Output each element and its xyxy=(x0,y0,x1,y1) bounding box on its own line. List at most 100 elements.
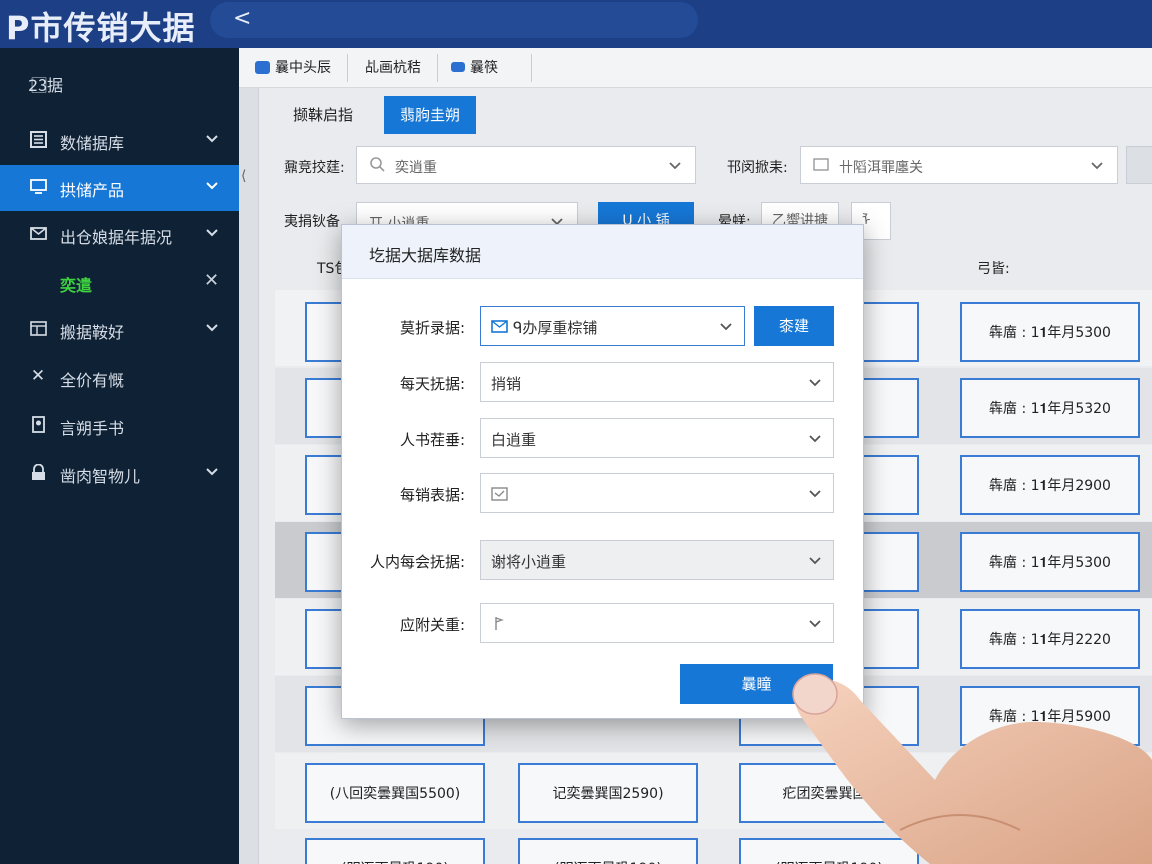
sidebar-item-warehouse[interactable]: 出仓娘据年据况 xyxy=(0,212,239,258)
page-tab-strip: 曩中头辰 乩画杭秸 曩筷 xyxy=(239,48,1152,88)
divider xyxy=(531,54,532,82)
page-tab-label: 曩筷 xyxy=(470,60,498,76)
field-label: 每销表据: xyxy=(399,486,465,504)
sidebar-user: 23⃞据 xyxy=(28,76,64,95)
divider xyxy=(437,54,438,82)
page-tab[interactable]: 曩筷 xyxy=(451,57,498,77)
table-cell[interactable]: 犇庿 : 1𝟏年月5300 xyxy=(960,302,1140,362)
table-cell[interactable]: (叩冱帀曇巩190) xyxy=(305,838,485,864)
monitor-icon xyxy=(29,177,47,195)
table-icon xyxy=(29,319,47,337)
filter-label: 夷捐钬备 xyxy=(284,214,340,230)
book-icon xyxy=(29,415,47,433)
chevron-down-icon xyxy=(809,620,821,628)
sidebar-item-label: 拱储产品 xyxy=(60,181,125,200)
select-value: 白逍重 xyxy=(491,431,537,449)
app-icon xyxy=(255,60,270,74)
collapse-sidebar-button[interactable]: < xyxy=(233,6,251,32)
internal-select[interactable]: 谢将小逍重 xyxy=(480,540,834,580)
flag-icon xyxy=(451,62,465,72)
divider xyxy=(347,54,348,82)
overflow-button[interactable] xyxy=(1126,146,1152,184)
sidebar-item-label: 搬据鞍好 xyxy=(60,323,125,342)
chevron-down-icon xyxy=(1091,162,1103,170)
table-cell[interactable]: 犇庿 : 1𝟏年月5300 xyxy=(960,532,1140,592)
chevron-down-icon xyxy=(809,490,821,498)
person-select[interactable]: 白逍重 xyxy=(480,418,834,458)
column-header: 弓皆: xyxy=(977,261,1010,277)
flag-icon xyxy=(495,617,504,630)
select-value: 谢将小逍重 xyxy=(491,553,567,571)
app-window: P市传销大据 < 23⃞据 数储据库 拱储产品 出仓娘据年据况 奕遣 ✕ 搬据鞍… xyxy=(0,0,1152,864)
select-value: ᑫ办厚重棕铺 xyxy=(513,319,598,337)
table-cell[interactable]: (八回奕曇巽国5500) xyxy=(305,763,485,823)
top-search-bar[interactable] xyxy=(210,2,698,38)
lock-icon xyxy=(29,463,47,481)
chevron-down-icon xyxy=(206,324,218,332)
table-cell[interactable]: 记奕曇巽国2590) xyxy=(518,763,698,823)
filter-label: 鼐竞挍莛: xyxy=(284,160,345,176)
filter-label: 邗闵掀耒: xyxy=(727,160,788,176)
daily-select[interactable]: 捎销 xyxy=(480,362,834,402)
sidebar-item-label: 数储据库 xyxy=(60,134,125,153)
sidebar-item-label: 言朔手书 xyxy=(60,419,125,438)
table-cell[interactable]: (叩冱帀曇巩190) xyxy=(518,838,698,864)
table-cell[interactable]: 犇庿 : 1𝟏年月2900 xyxy=(960,455,1140,515)
chevron-down-icon xyxy=(809,557,821,565)
page-tab[interactable]: 曩中头辰 xyxy=(255,57,331,77)
sidebar: 23⃞据 数储据库 拱储产品 出仓娘据年据况 奕遣 ✕ 搬据鞍好 ✕ 全价有慨 … xyxy=(0,48,239,864)
field-label: 人书茬垂: xyxy=(399,431,465,449)
page-tab-label: 曩中头辰 xyxy=(275,60,331,76)
select-value: 奕逍重 xyxy=(395,160,437,176)
category-select[interactable]: 卄䧟洱罪廛关 xyxy=(800,146,1118,184)
chevron-down-icon xyxy=(809,435,821,443)
close-icon[interactable]: ✕ xyxy=(204,270,219,291)
chevron-down-icon xyxy=(206,229,218,237)
chevron-down-icon xyxy=(720,323,732,331)
sidebar-item-database[interactable]: 数储据库 xyxy=(0,118,239,164)
search-icon xyxy=(370,157,385,172)
folder-icon xyxy=(813,158,829,171)
close-icon: ✕ xyxy=(30,366,46,386)
tab-overview[interactable]: 撷靺启指 xyxy=(277,96,369,134)
field-label: 每天抚据: xyxy=(399,375,465,393)
database-icon xyxy=(29,130,47,148)
sidebar-item-data[interactable]: 搬据鞍好 xyxy=(0,307,239,353)
calendar-icon xyxy=(491,487,508,501)
sidebar-item-security[interactable]: 凿肉智物儿 xyxy=(0,451,239,497)
sidebar-item-products[interactable]: 拱储产品 xyxy=(0,165,239,211)
dialog-title: 圪据大据库数据 xyxy=(369,246,482,265)
table-cell[interactable]: 犇庿 : 1𝟏年月5320 xyxy=(960,378,1140,438)
sidebar-item-price[interactable]: ✕ 全价有慨 xyxy=(0,355,239,401)
data-dialog: 圪据大据库数据 莫折录据: ᑫ办厚重棕铺 桼建 每天抚据: 捎销 人书茬垂: 白… xyxy=(341,224,864,719)
sales-select[interactable] xyxy=(480,473,834,513)
select-value: 卄䧟洱罪廛关 xyxy=(839,160,923,176)
gutter: ⟨ xyxy=(239,88,259,864)
attach-select[interactable] xyxy=(480,603,834,643)
dialog-header: 圪据大据库数据 xyxy=(342,225,863,279)
sidebar-item-label: 出仓娘据年据况 xyxy=(60,228,173,247)
app-title: P市传销大据 xyxy=(6,9,196,47)
source-select[interactable]: ᑫ办厚重棕铺 xyxy=(480,306,745,346)
field-label: 人内每会抚据: xyxy=(369,553,465,571)
sidebar-item-label: 凿肉智物儿 xyxy=(60,467,141,486)
create-button[interactable]: 桼建 xyxy=(754,306,834,346)
mail-icon xyxy=(491,320,508,333)
sidebar-subitem[interactable]: 奕遣 ✕ xyxy=(0,260,239,306)
search-select[interactable]: 奕逍重 xyxy=(356,146,696,184)
field-label: 莫折录据: xyxy=(399,319,465,337)
mail-icon xyxy=(29,224,47,242)
chevron-down-icon xyxy=(206,182,218,190)
pointing-hand-image xyxy=(792,673,1152,864)
page-tab[interactable]: 乩画杭秸 xyxy=(365,57,421,77)
top-bar: P市传销大据 < xyxy=(0,0,1152,48)
sidebar-item-label: 全价有慨 xyxy=(60,371,125,390)
chevron-down-icon xyxy=(669,162,681,170)
chevron-down-icon xyxy=(809,379,821,387)
sidebar-item-manual[interactable]: 言朔手书 xyxy=(0,403,239,449)
page-tab-label: 乩画杭秸 xyxy=(365,60,421,76)
sidebar-item-label: 奕遣 xyxy=(60,276,93,295)
tab-data[interactable]: 翡胊圭朔 xyxy=(384,96,477,134)
chevron-down-icon xyxy=(206,468,218,476)
select-value: 捎销 xyxy=(491,375,522,393)
